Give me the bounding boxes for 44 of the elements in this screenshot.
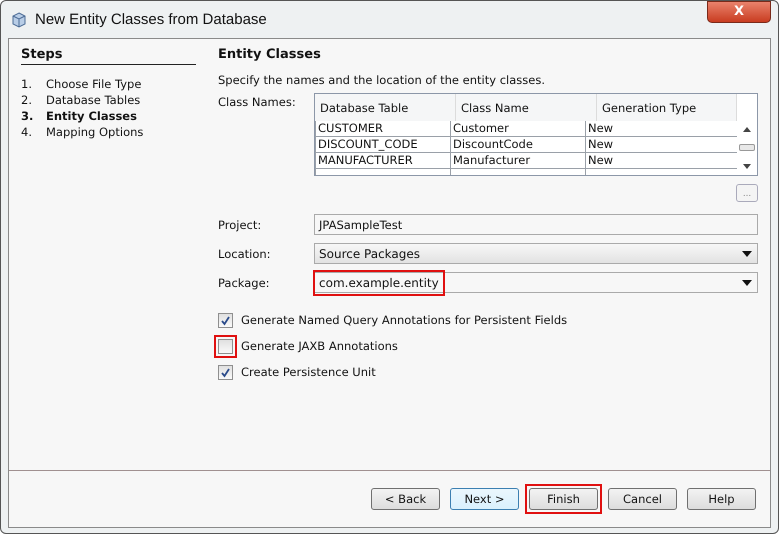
table-cell: DiscountCode xyxy=(450,137,585,152)
step-item: 1. Choose File Type xyxy=(21,76,142,92)
dialog-button[interactable]: Finish xyxy=(529,488,598,510)
column-header[interactable]: Generation Type xyxy=(597,94,737,121)
description-text: Specify the names and the location of the entity classes. xyxy=(218,73,546,87)
column-header[interactable]: Database Table xyxy=(315,94,456,121)
table-cell: New xyxy=(585,137,719,152)
location-dropdown[interactable]: Source Packages xyxy=(314,243,758,264)
scroll-down-icon[interactable] xyxy=(743,164,751,169)
checkbox[interactable] xyxy=(218,364,233,380)
table-cell: DISCOUNT_CODE xyxy=(315,137,450,152)
field-label: Location: xyxy=(218,246,272,260)
section-heading: Entity Classes xyxy=(218,47,322,64)
checkbox-label[interactable]: Generate Named Query Annotations for Persistent Fields xyxy=(241,313,568,327)
window-title: New Entity Classes from Database xyxy=(35,11,268,28)
checkbox[interactable] xyxy=(218,338,233,354)
checkbox-label[interactable]: Create Persistence Unit xyxy=(241,365,376,379)
step-item: 2. Database Tables xyxy=(21,92,142,108)
column-header[interactable]: Class Name xyxy=(456,94,597,121)
field-label: Project: xyxy=(218,218,262,232)
field-label: Package: xyxy=(218,276,271,290)
dropdown-arrow-icon[interactable] xyxy=(742,280,752,286)
step-item: 3. Entity Classes xyxy=(21,108,138,124)
table-cell: Manufacturer xyxy=(450,153,585,168)
project-field[interactable]: JPASampleTest xyxy=(314,214,758,235)
class-names-label: Class Names: xyxy=(218,95,297,109)
steps-heading: Steps xyxy=(21,47,196,65)
table-cell: Customer xyxy=(450,121,585,136)
checkbox-label[interactable]: Generate JAXB Annotations xyxy=(241,339,398,353)
table-cell: New xyxy=(585,153,719,168)
dropdown-arrow-icon[interactable] xyxy=(742,250,752,256)
table-cell: MANUFACTURER xyxy=(315,153,450,168)
checkbox[interactable] xyxy=(218,312,233,328)
cube-icon xyxy=(11,12,27,28)
package-dropdown[interactable]: com.example.entity xyxy=(314,272,758,293)
table-cell: New xyxy=(585,121,719,136)
dialog-button[interactable]: Next > xyxy=(450,488,519,510)
dialog-button[interactable]: Help xyxy=(687,488,756,510)
table-cell: CUSTOMER xyxy=(315,121,450,136)
dialog-button[interactable]: < Back xyxy=(371,488,440,510)
scroll-up-icon[interactable] xyxy=(743,127,751,132)
step-item: 4. Mapping Options xyxy=(21,124,144,140)
dialog-button[interactable]: Cancel xyxy=(608,488,677,510)
scroll-thumb[interactable] xyxy=(739,144,755,152)
